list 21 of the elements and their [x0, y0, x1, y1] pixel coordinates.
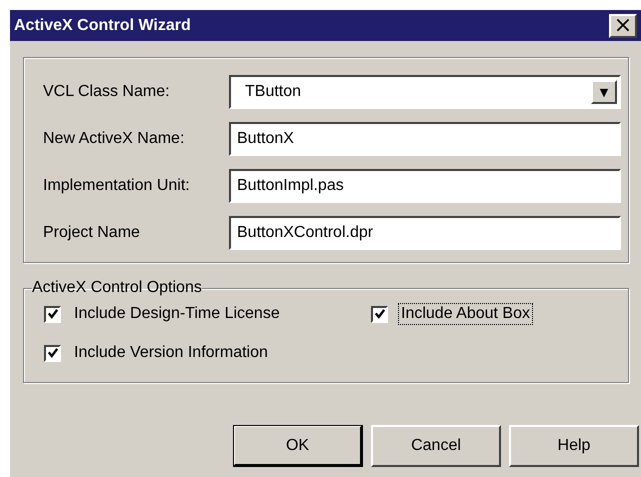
field-label: Project Name — [43, 224, 141, 242]
checkbox-label[interactable]: Include About Box — [398, 303, 533, 325]
group-title: ActiveX Control Options — [32, 279, 202, 297]
checkbox[interactable] — [44, 344, 61, 362]
window-title: ActiveX Control Wizard — [14, 16, 191, 34]
field-label: VCL Class Name: — [43, 83, 171, 101]
dialog-button[interactable]: Cancel — [371, 425, 501, 467]
checkbox[interactable] — [371, 306, 388, 322]
dropdown-button[interactable]: ▼ — [591, 80, 617, 104]
input-field[interactable]: ButtonXControl.dpr — [229, 216, 621, 250]
checkbox[interactable] — [44, 306, 61, 322]
dialog-button[interactable]: Help — [509, 425, 639, 467]
class-name-dropdown[interactable]: TButton ▼ — [229, 75, 621, 109]
close-button[interactable]: × — [609, 14, 637, 38]
dialog-button[interactable]: OK — [233, 425, 363, 467]
input-field[interactable]: ButtonImpl.pas — [229, 169, 621, 203]
field-label: Implementation Unit: — [43, 177, 191, 195]
input-field[interactable]: ButtonX — [229, 122, 621, 156]
checkbox-label[interactable]: Include Version Information — [71, 342, 271, 364]
field-label: New ActiveX Name: — [43, 130, 186, 148]
checkbox-label[interactable]: Include Design-Time License — [71, 303, 283, 325]
